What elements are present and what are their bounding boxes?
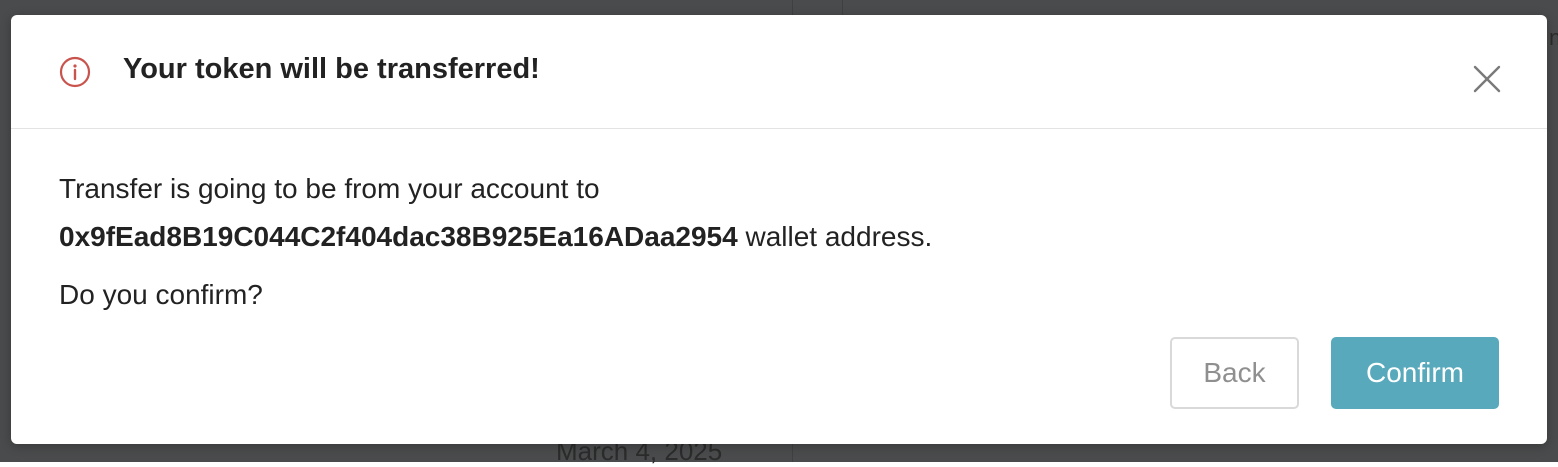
- wallet-address: 0x9fEad8B19C044C2f404dac38B925Ea16ADaa29…: [59, 221, 738, 252]
- wallet-line: 0x9fEad8B19C044C2f404dac38B925Ea16ADaa29…: [59, 213, 1499, 261]
- background-text: n f: [1549, 25, 1558, 50]
- info-circle-icon: [59, 56, 91, 88]
- close-icon[interactable]: [1471, 63, 1503, 95]
- transfer-confirm-dialog: Your token will be transferred! Transfer…: [11, 15, 1547, 444]
- dialog-body: Transfer is going to be from your accoun…: [59, 165, 1499, 315]
- dialog-title: Your token will be transferred!: [123, 53, 540, 85]
- transfer-intro-text: Transfer is going to be from your accoun…: [59, 173, 600, 204]
- confirm-question: Do you confirm?: [59, 279, 263, 310]
- back-button[interactable]: Back: [1170, 337, 1299, 409]
- wallet-suffix-text: wallet address.: [737, 221, 933, 252]
- confirm-button[interactable]: Confirm: [1331, 337, 1499, 409]
- dialog-header: Your token will be transferred!: [11, 15, 1547, 129]
